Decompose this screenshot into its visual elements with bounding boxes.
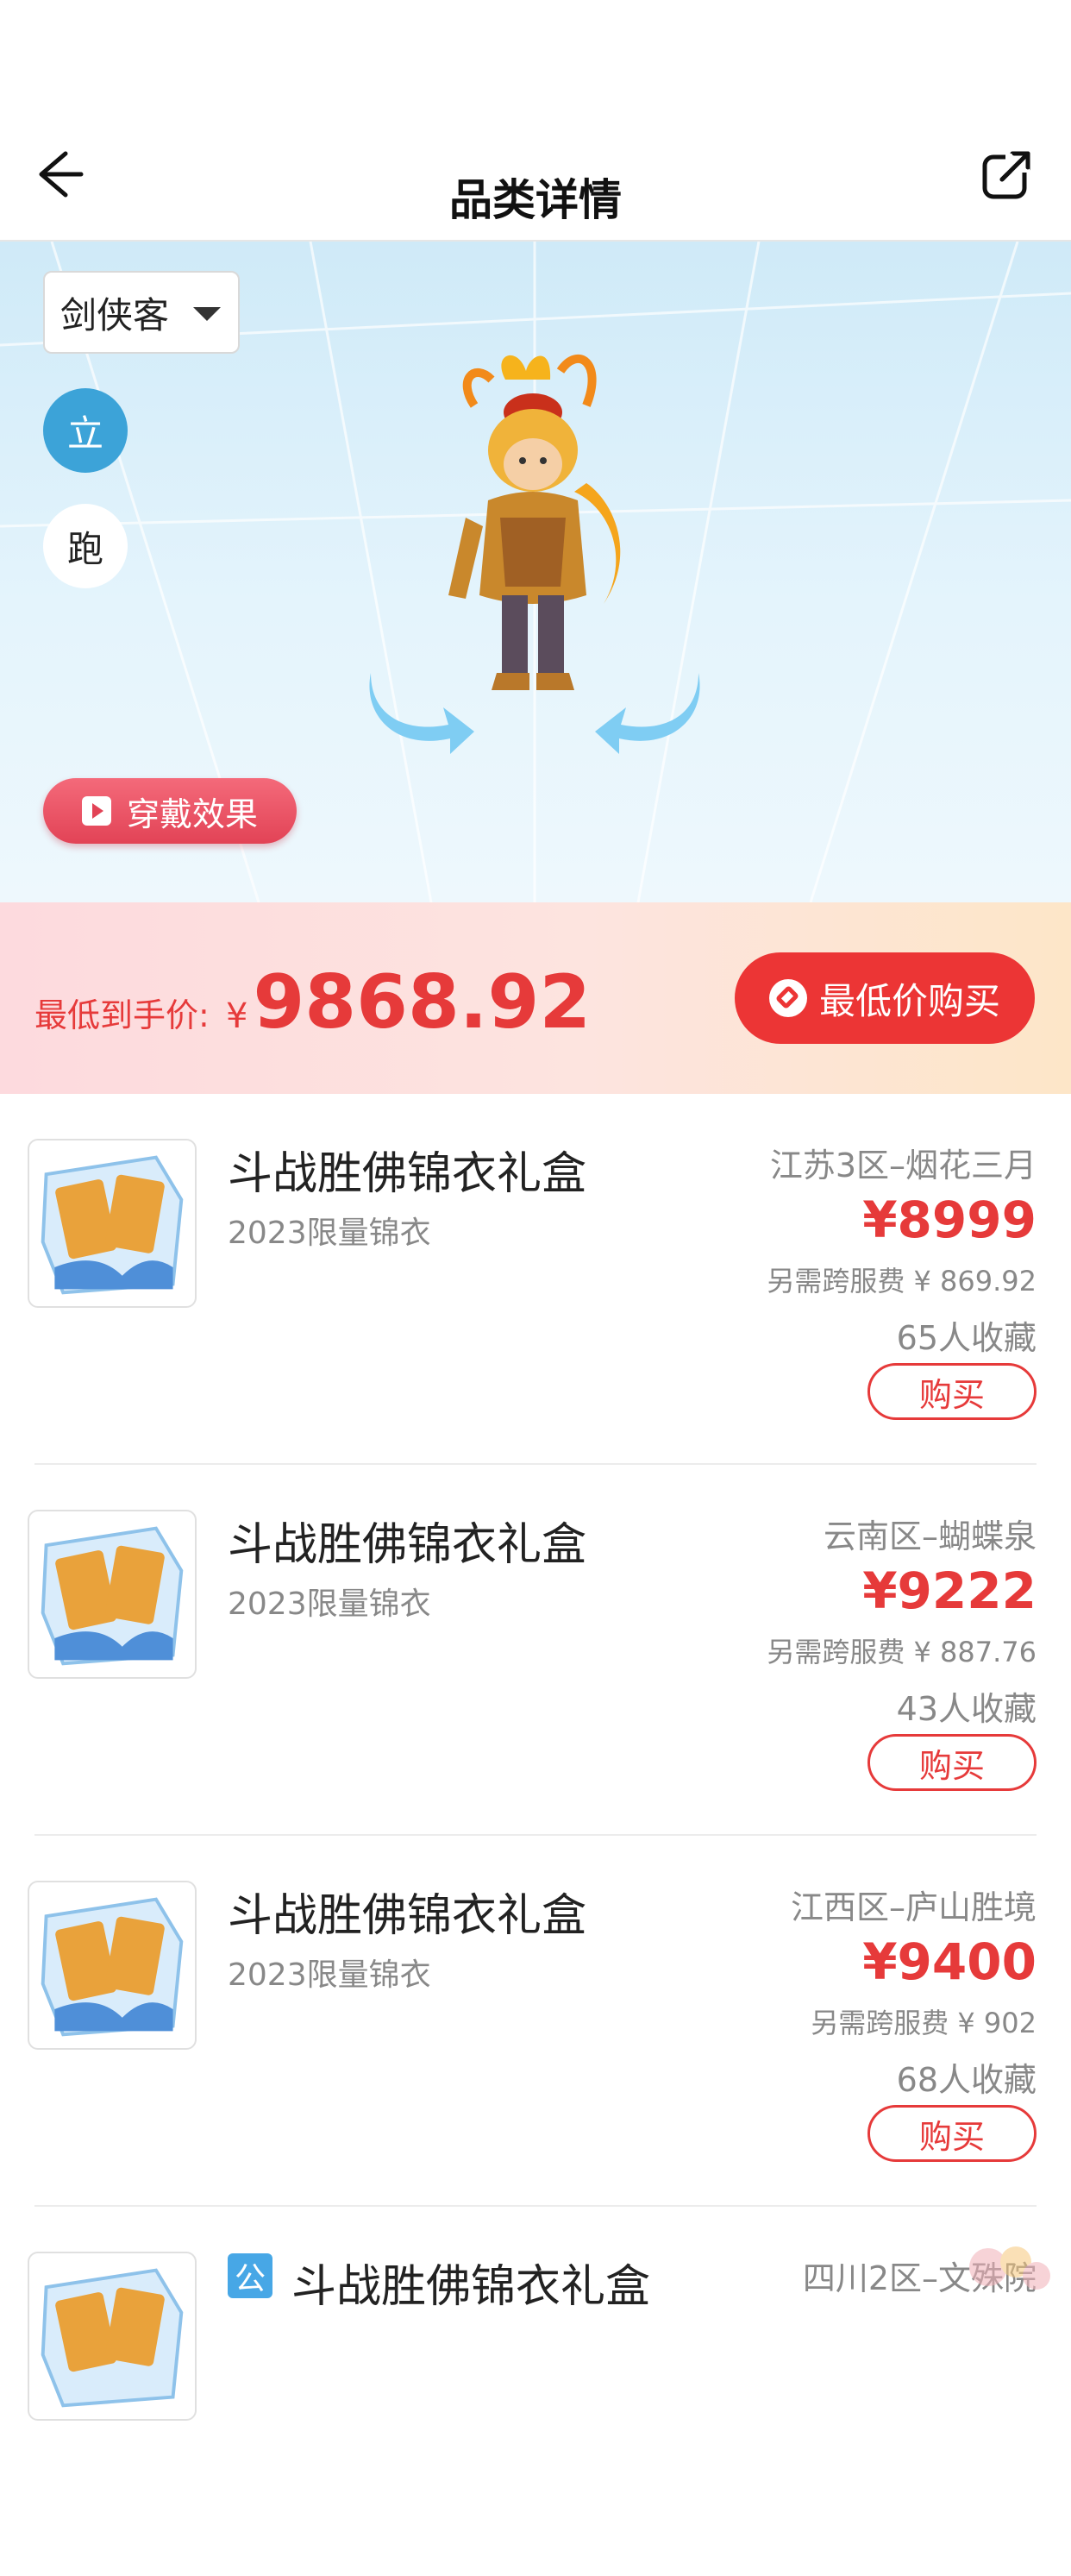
wear-effect-button[interactable]: 穿戴效果 — [43, 778, 297, 844]
item-name: 斗战胜佛锦衣礼盒 — [228, 1148, 587, 1200]
lowest-price-label: 最低到手价: — [34, 996, 210, 1034]
item-server: 江西区–庐山胜境 — [790, 1888, 1037, 1926]
model-preview-area: 剑侠客 立 跑 穿戴效果 — [0, 242, 1071, 902]
lowest-price-amount: ¥9868.92 — [226, 959, 591, 1046]
item-server: 江苏3区–烟花三月 — [769, 1147, 1037, 1184]
list-item[interactable]: 斗战胜佛锦衣礼盒 2023限量锦衣 江苏3区–烟花三月 ¥8999 另需跨服费 … — [28, 1094, 1037, 1465]
item-name: 斗战胜佛锦衣礼盒 — [228, 1519, 587, 1571]
item-buy-button[interactable]: 购买 — [867, 2105, 1037, 2162]
item-buy-button[interactable]: 购买 — [867, 1734, 1037, 1791]
lowest-price-buy-button[interactable]: 最低价购买 — [735, 952, 1035, 1044]
wear-effect-label: 穿戴效果 — [126, 795, 258, 833]
navigation-bar: 品类详情 — [0, 138, 1071, 242]
item-cross-server-fee: 另需跨服费 ¥ 869.92 — [767, 1265, 1037, 1297]
item-name: 斗战胜佛锦衣礼盒 — [291, 2261, 651, 2313]
list-item[interactable]: 公 斗战胜佛锦衣礼盒 四川2区–文殊院 — [28, 2207, 1037, 2576]
status-bar — [0, 0, 1071, 138]
item-favorites: 43人收藏 — [896, 1690, 1037, 1728]
character-model-image[interactable] — [354, 345, 716, 794]
role-dropdown-value: 剑侠客 — [60, 293, 170, 336]
list-item[interactable]: 斗战胜佛锦衣礼盒 2023限量锦衣 云南区–蝴蝶泉 ¥9222 另需跨服费 ¥ … — [28, 1465, 1037, 1836]
item-cross-server-fee: 另需跨服费 ¥ 887.76 — [767, 1636, 1037, 1668]
item-price: ¥8999 — [862, 1191, 1037, 1249]
public-badge: 公 — [228, 2253, 272, 2298]
lowest-price-buy-label: 最低价购买 — [818, 979, 1000, 1022]
item-favorites: 68人收藏 — [896, 2061, 1037, 2099]
item-server: 云南区–蝴蝶泉 — [823, 1517, 1037, 1555]
pose-stand-button[interactable]: 立 — [43, 388, 128, 473]
role-dropdown[interactable]: 剑侠客 — [43, 271, 240, 354]
lowest-price-bar: 最低到手价: ¥9868.92 最低价购买 — [0, 902, 1071, 1094]
item-subtitle: 2023限量锦衣 — [228, 1216, 431, 1251]
gift-box-thumbnail — [28, 1510, 197, 1679]
gift-box-thumbnail — [28, 1139, 197, 1308]
share-icon[interactable] — [980, 147, 1035, 202]
item-price: ¥9222 — [862, 1561, 1037, 1620]
item-subtitle: 2023限量锦衣 — [228, 1586, 431, 1622]
caret-down-icon — [193, 307, 221, 321]
item-cross-server-fee: 另需跨服费 ¥ 902 — [811, 2007, 1037, 2039]
gift-box-thumbnail — [28, 2252, 197, 2421]
item-buy-button[interactable]: 购买 — [867, 1363, 1037, 1420]
price-tag-icon — [768, 979, 807, 1017]
play-icon — [81, 796, 111, 826]
item-price: ¥9400 — [862, 1932, 1037, 1991]
pose-run-button[interactable]: 跑 — [43, 504, 128, 588]
page-title: 品类详情 — [449, 175, 622, 225]
watermark-logo-icon — [969, 2246, 1050, 2290]
item-name: 斗战胜佛锦衣礼盒 — [228, 1890, 587, 1942]
listing-list: 斗战胜佛锦衣礼盒 2023限量锦衣 江苏3区–烟花三月 ¥8999 另需跨服费 … — [0, 1094, 1071, 2576]
list-item[interactable]: 斗战胜佛锦衣礼盒 2023限量锦衣 江西区–庐山胜境 ¥9400 另需跨服费 ¥… — [28, 1836, 1037, 2207]
gift-box-thumbnail — [28, 1881, 197, 2050]
item-favorites: 65人收藏 — [896, 1319, 1037, 1357]
lowest-price-value: 9868.92 — [253, 959, 592, 1046]
currency-symbol: ¥ — [226, 996, 248, 1036]
item-subtitle: 2023限量锦衣 — [228, 1957, 431, 1993]
